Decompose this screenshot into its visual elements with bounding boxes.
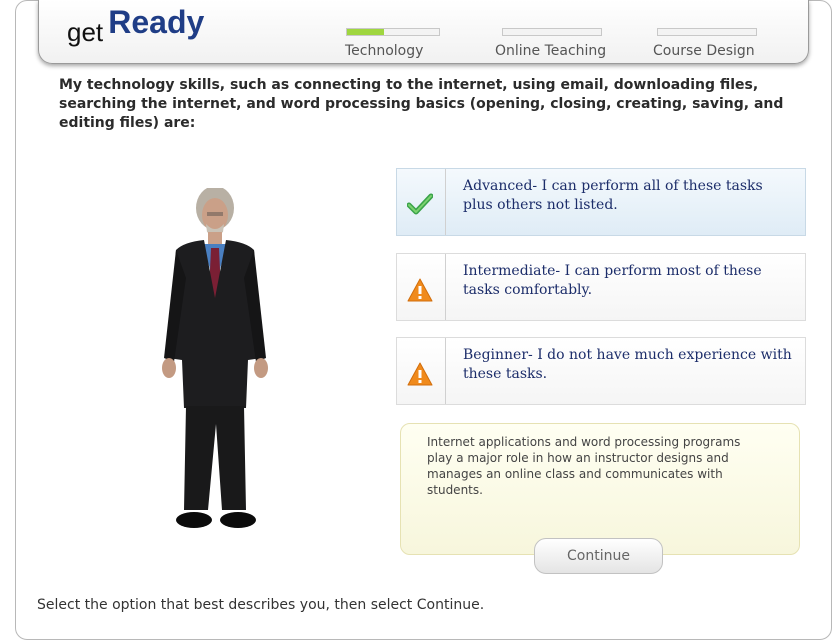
warning-icon [407,362,433,386]
header: get Ready Technology Online Teaching Cou… [38,0,809,64]
progress-bar-course-design [657,28,757,36]
option-beginner[interactable]: Beginner- I do not have much experience … [396,337,806,405]
logo: get Ready [67,4,204,49]
option-label-beginner: Beginner- I do not have much experience … [463,347,792,382]
progress-label-online-teaching: Online Teaching [495,43,607,59]
progress-bar-online-teaching [502,28,602,36]
option-icon-box [397,169,446,235]
option-icon-box [397,254,446,320]
instruction-text: Select the option that best describes yo… [37,597,485,613]
option-icon-box [397,338,446,404]
warning-icon [407,278,433,302]
info-text: Internet applications and word processin… [427,435,741,497]
option-intermediate[interactable]: Intermediate- I can perform most of thes… [396,253,806,321]
question-text: My technology skills, such as connecting… [59,77,784,131]
option-label-advanced: Advanced- I can perform all of these tas… [463,178,763,213]
continue-button[interactable]: Continue [534,538,663,574]
info-panel: Internet applications and word processin… [400,423,800,555]
option-advanced[interactable]: Advanced- I can perform all of these tas… [396,168,806,236]
checkmark-icon [407,193,433,215]
presenter-image [162,188,268,528]
progress-bar-technology [346,28,440,36]
logo-name: Ready [108,4,205,40]
progress-fill-technology [347,29,384,35]
option-label-intermediate: Intermediate- I can perform most of thes… [463,263,762,298]
logo-prefix: get [67,17,104,47]
progress-label-technology: Technology [345,43,424,59]
progress-label-course-design: Course Design [653,43,755,59]
